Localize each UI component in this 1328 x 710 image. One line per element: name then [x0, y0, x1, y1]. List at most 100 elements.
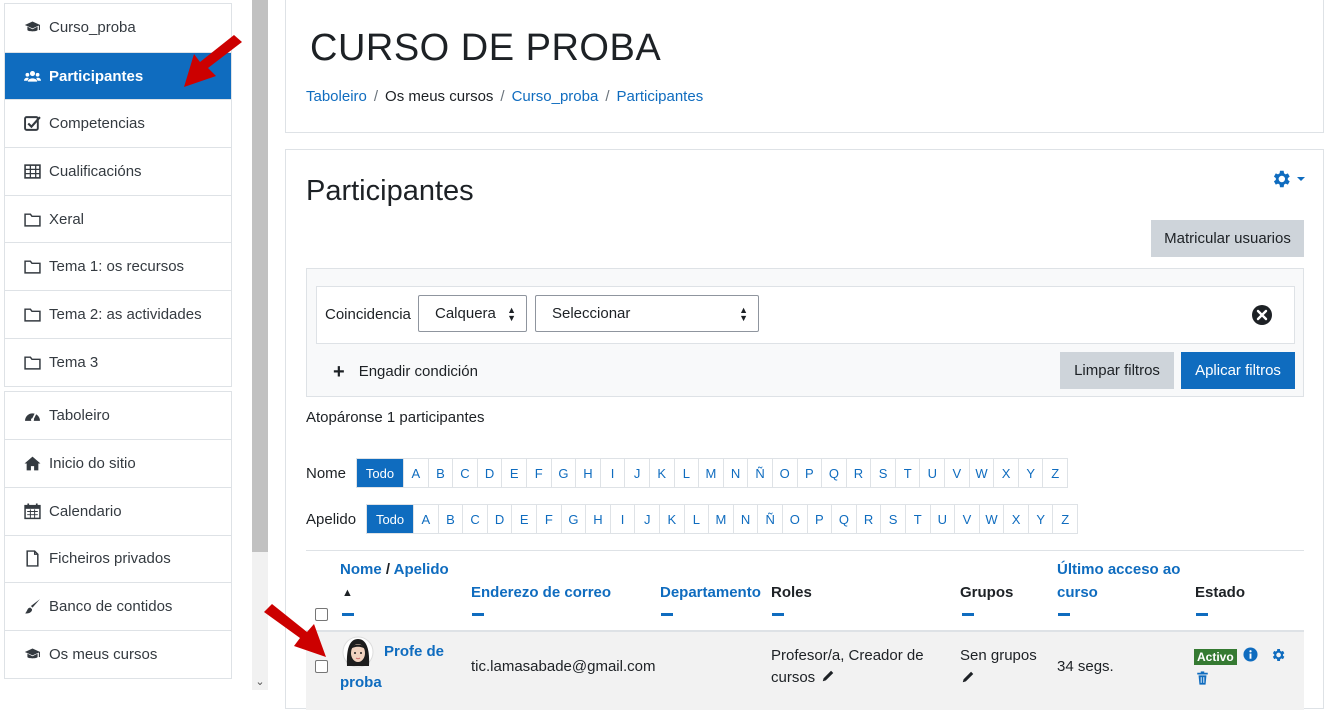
- filter-type-select[interactable]: Seleccionar ▲ ▼: [535, 295, 759, 332]
- collapse-column-icon[interactable]: [1196, 613, 1208, 616]
- initial-all-button[interactable]: Todo: [357, 459, 404, 487]
- collapse-column-icon[interactable]: [342, 613, 354, 616]
- initial-letter-button[interactable]: V: [944, 459, 969, 487]
- edit-groups-pencil-icon[interactable]: [961, 670, 975, 684]
- match-type-select[interactable]: Calquera ▲ ▼: [418, 295, 527, 332]
- initial-letter-button[interactable]: E: [511, 505, 536, 533]
- initial-letter-button[interactable]: S: [870, 459, 895, 487]
- initial-letter-button[interactable]: N: [722, 459, 748, 487]
- initial-letter-button[interactable]: Q: [831, 505, 856, 533]
- breadcrumb-participantes[interactable]: Participantes: [616, 88, 703, 105]
- initial-letter-button[interactable]: Z: [1052, 505, 1077, 533]
- breadcrumb-curso-proba[interactable]: Curso_proba: [512, 88, 599, 105]
- initial-letter-button[interactable]: Y: [1027, 505, 1053, 533]
- initial-letter-button[interactable]: L: [683, 505, 709, 533]
- initial-letter-button[interactable]: R: [855, 505, 881, 533]
- enrolment-settings-gear-icon[interactable]: [1270, 647, 1286, 663]
- initial-letter-button[interactable]: I: [609, 505, 635, 533]
- participant-name-link-cont[interactable]: proba: [340, 672, 382, 694]
- initial-letter-button[interactable]: X: [1003, 505, 1028, 533]
- nav-item-os-meus-cursos[interactable]: Os meus cursos: [5, 629, 231, 678]
- participant-name-link[interactable]: Profe de: [384, 641, 444, 663]
- initial-letter-button[interactable]: S: [880, 505, 905, 533]
- initial-letter-button[interactable]: J: [634, 505, 659, 533]
- scroll-down-arrow-icon[interactable]: ⌄: [252, 674, 268, 690]
- page-actions-menu[interactable]: [1270, 166, 1310, 192]
- initial-letter-button[interactable]: Q: [821, 459, 846, 487]
- sidebar-scrollbar-thumb[interactable]: [252, 0, 268, 552]
- sort-by-surname-link[interactable]: Apelido: [394, 561, 449, 578]
- nav-item-tema-2[interactable]: Tema 2: as actividades: [5, 290, 231, 338]
- initial-letter-button[interactable]: F: [536, 505, 561, 533]
- clear-filters-button[interactable]: Limpar filtros: [1060, 352, 1174, 389]
- collapse-column-icon[interactable]: [661, 613, 673, 616]
- initial-letter-button[interactable]: P: [796, 459, 822, 487]
- initial-letter-button[interactable]: G: [560, 505, 586, 533]
- sort-by-email-link[interactable]: Enderezo de correo: [471, 584, 611, 601]
- initial-letter-button[interactable]: B: [427, 459, 453, 487]
- enrol-users-button[interactable]: Matricular usuarios: [1151, 220, 1304, 257]
- unenrol-trash-icon[interactable]: [1196, 671, 1209, 685]
- nav-item-ficheiros-privados[interactable]: Ficheiros privados: [5, 534, 231, 583]
- initial-letter-button[interactable]: B: [437, 505, 463, 533]
- initial-letter-button[interactable]: R: [845, 459, 871, 487]
- initial-letter-button[interactable]: Z: [1042, 459, 1067, 487]
- initial-letter-button[interactable]: C: [462, 505, 487, 533]
- initial-letter-button[interactable]: J: [624, 459, 649, 487]
- initial-letter-button[interactable]: V: [954, 505, 979, 533]
- initial-letter-button[interactable]: K: [648, 459, 674, 487]
- sort-by-last-access-link[interactable]: Último acceso ao curso: [1057, 561, 1180, 601]
- initial-letter-button[interactable]: L: [673, 459, 699, 487]
- nav-item-banco-contidos[interactable]: Banco de contidos: [5, 582, 231, 630]
- initial-letter-button[interactable]: D: [486, 505, 512, 533]
- initial-letter-button[interactable]: F: [525, 459, 551, 487]
- initial-letter-button[interactable]: I: [599, 459, 625, 487]
- initial-letter-button[interactable]: E: [501, 459, 526, 487]
- initial-letter-button[interactable]: A: [403, 459, 428, 487]
- initial-letter-button[interactable]: O: [781, 505, 807, 533]
- initial-letter-button[interactable]: M: [708, 505, 733, 533]
- initial-all-button[interactable]: Todo: [367, 505, 414, 533]
- add-condition-button[interactable]: + Engadir condición: [333, 362, 478, 382]
- breadcrumb-taboleiro[interactable]: Taboleiro: [306, 88, 367, 105]
- initial-letter-button[interactable]: D: [476, 459, 502, 487]
- nav-item-inicio-sitio[interactable]: Inicio do sitio: [5, 439, 231, 487]
- nav-item-tema-3[interactable]: Tema 3: [5, 337, 231, 386]
- initial-letter-button[interactable]: H: [575, 459, 600, 487]
- initial-letter-button[interactable]: T: [904, 505, 930, 533]
- info-icon[interactable]: [1243, 647, 1258, 662]
- initial-letter-button[interactable]: U: [919, 459, 944, 487]
- initial-letter-button[interactable]: N: [732, 505, 758, 533]
- initial-letter-button[interactable]: T: [894, 459, 920, 487]
- initial-letter-button[interactable]: Y: [1017, 459, 1043, 487]
- nav-item-calendario[interactable]: Calendario: [5, 486, 231, 535]
- sort-by-first-name-link[interactable]: Nome: [340, 561, 382, 578]
- collapse-column-icon[interactable]: [962, 613, 974, 616]
- edit-roles-pencil-icon[interactable]: [821, 669, 835, 683]
- collapse-column-icon[interactable]: [1058, 613, 1070, 616]
- initial-letter-button[interactable]: X: [993, 459, 1018, 487]
- nav-item-tema-1[interactable]: Tema 1: os recursos: [5, 242, 231, 290]
- initial-letter-button[interactable]: C: [452, 459, 477, 487]
- initial-letter-button[interactable]: P: [806, 505, 832, 533]
- initial-letter-button[interactable]: H: [585, 505, 610, 533]
- nav-item-xeral[interactable]: Xeral: [5, 194, 231, 243]
- initial-letter-button[interactable]: Ñ: [747, 459, 772, 487]
- initial-letter-button[interactable]: G: [550, 459, 576, 487]
- initial-letter-button[interactable]: Ñ: [757, 505, 782, 533]
- nav-item-competencias[interactable]: Competencias: [5, 99, 231, 147]
- initial-letter-button[interactable]: K: [658, 505, 684, 533]
- apply-filters-button[interactable]: Aplicar filtros: [1181, 352, 1295, 389]
- remove-condition-icon[interactable]: [1251, 304, 1273, 326]
- initial-letter-button[interactable]: W: [968, 459, 994, 487]
- initial-letter-button[interactable]: U: [929, 505, 955, 533]
- sort-by-department-link[interactable]: Departamento: [660, 584, 761, 601]
- collapse-column-icon[interactable]: [772, 613, 784, 616]
- initial-letter-button[interactable]: O: [771, 459, 797, 487]
- nav-item-cualificacions[interactable]: Cualificacións: [5, 147, 231, 195]
- initial-letter-button[interactable]: W: [978, 505, 1004, 533]
- nav-item-taboleiro[interactable]: Taboleiro: [5, 392, 231, 440]
- initial-letter-button[interactable]: M: [698, 459, 723, 487]
- collapse-column-icon[interactable]: [472, 613, 484, 616]
- initial-letter-button[interactable]: A: [413, 505, 438, 533]
